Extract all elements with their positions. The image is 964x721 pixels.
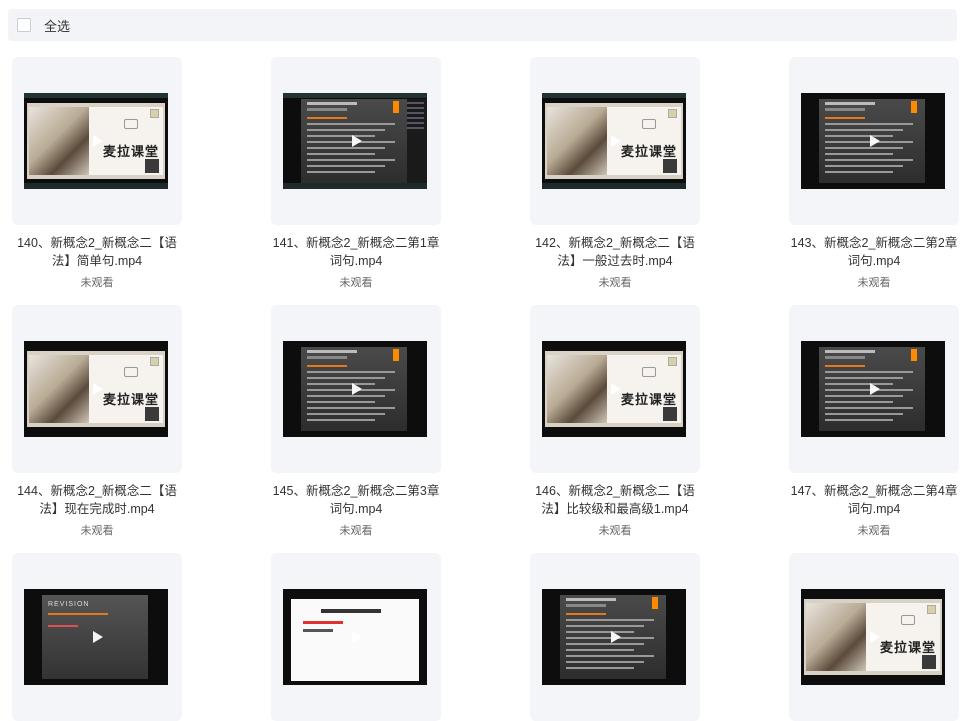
video-frame (801, 341, 945, 437)
video-card[interactable]: 麦拉课堂 140、新概念2_新概念二【语法】简单句.mp4 未观看 (12, 57, 182, 290)
play-icon[interactable] (352, 631, 362, 643)
watch-status: 未观看 (857, 277, 891, 289)
video-title[interactable]: 142、新概念2_新概念二【语法】一般过去时.mp4 (530, 234, 700, 270)
video-thumbnail[interactable] (271, 57, 441, 225)
watch-status: 未观看 (598, 277, 632, 289)
video-frame: 麦拉课堂 (24, 93, 168, 189)
watch-status: 未观看 (857, 525, 891, 537)
thumb-brand-text: 麦拉课堂 (880, 640, 937, 655)
video-frame (283, 341, 427, 437)
watch-status: 未观看 (80, 525, 114, 537)
thumb-brand-text: 麦拉课堂 (621, 144, 678, 159)
play-icon[interactable] (93, 135, 103, 147)
watch-status: 未观看 (339, 525, 373, 537)
video-frame: 麦拉课堂 (801, 589, 945, 685)
video-frame: REVISION (24, 589, 168, 685)
video-thumbnail[interactable]: 麦拉课堂 (789, 553, 959, 721)
video-title[interactable]: 140、新概念2_新概念二【语法】简单句.mp4 (12, 234, 182, 270)
video-card[interactable]: 麦拉课堂 (789, 553, 959, 721)
video-card[interactable]: 145、新概念2_新概念二第3章词句.mp4 未观看 (271, 305, 441, 538)
video-title[interactable]: 144、新概念2_新概念二【语法】现在完成时.mp4 (12, 482, 182, 518)
video-title[interactable]: 147、新概念2_新概念二第4章词句.mp4 (789, 482, 959, 518)
video-thumbnail[interactable] (271, 553, 441, 721)
video-grid: 麦拉课堂 140、新概念2_新概念二【语法】简单句.mp4 未观看 141、新概念2_… (0, 0, 964, 721)
video-card[interactable] (271, 553, 441, 721)
video-frame: 麦拉课堂 (542, 93, 686, 189)
play-icon[interactable] (93, 631, 103, 643)
video-title[interactable]: 146、新概念2_新概念二【语法】比较级和最高级1.mp4 (530, 482, 700, 518)
video-frame (283, 93, 427, 189)
thumb-brand-text: 麦拉课堂 (621, 392, 678, 407)
video-title[interactable]: 141、新概念2_新概念二第1章词句.mp4 (271, 234, 441, 270)
video-thumbnail[interactable] (271, 305, 441, 473)
play-icon[interactable] (870, 135, 880, 147)
video-thumbnail[interactable]: 麦拉课堂 (12, 305, 182, 473)
video-thumbnail[interactable] (530, 553, 700, 721)
video-card[interactable]: 麦拉课堂 142、新概念2_新概念二【语法】一般过去时.mp4 未观看 (530, 57, 700, 290)
play-icon[interactable] (870, 383, 880, 395)
video-thumbnail[interactable] (789, 305, 959, 473)
video-frame (283, 589, 427, 685)
video-thumbnail[interactable] (789, 57, 959, 225)
play-icon[interactable] (352, 135, 362, 147)
video-card[interactable]: REVISION (12, 553, 182, 721)
video-frame (801, 93, 945, 189)
video-frame (542, 589, 686, 685)
video-thumbnail[interactable]: 麦拉课堂 (12, 57, 182, 225)
video-frame: 麦拉课堂 (542, 341, 686, 437)
play-icon[interactable] (611, 631, 621, 643)
video-card[interactable]: 麦拉课堂 144、新概念2_新概念二【语法】现在完成时.mp4 未观看 (12, 305, 182, 538)
thumb-revision-text: REVISION (48, 601, 90, 608)
play-icon[interactable] (93, 383, 103, 395)
watch-status: 未观看 (598, 525, 632, 537)
thumb-brand-text: 麦拉课堂 (103, 392, 160, 407)
video-frame: 麦拉课堂 (24, 341, 168, 437)
video-card[interactable]: 141、新概念2_新概念二第1章词句.mp4 未观看 (271, 57, 441, 290)
watch-status: 未观看 (339, 277, 373, 289)
video-thumbnail[interactable]: 麦拉课堂 (530, 57, 700, 225)
play-icon[interactable] (611, 383, 621, 395)
video-card[interactable]: 147、新概念2_新概念二第4章词句.mp4 未观看 (789, 305, 959, 538)
video-thumbnail[interactable]: 麦拉课堂 (530, 305, 700, 473)
play-icon[interactable] (352, 383, 362, 395)
play-icon[interactable] (870, 631, 880, 643)
video-card[interactable] (530, 553, 700, 721)
video-title[interactable]: 143、新概念2_新概念二第2章词句.mp4 (789, 234, 959, 270)
play-icon[interactable] (611, 135, 621, 147)
watch-status: 未观看 (80, 277, 114, 289)
video-thumbnail[interactable]: REVISION (12, 553, 182, 721)
video-card[interactable]: 143、新概念2_新概念二第2章词句.mp4 未观看 (789, 57, 959, 290)
thumb-brand-text: 麦拉课堂 (103, 144, 160, 159)
video-card[interactable]: 麦拉课堂 146、新概念2_新概念二【语法】比较级和最高级1.mp4 未观看 (530, 305, 700, 538)
video-title[interactable]: 145、新概念2_新概念二第3章词句.mp4 (271, 482, 441, 518)
